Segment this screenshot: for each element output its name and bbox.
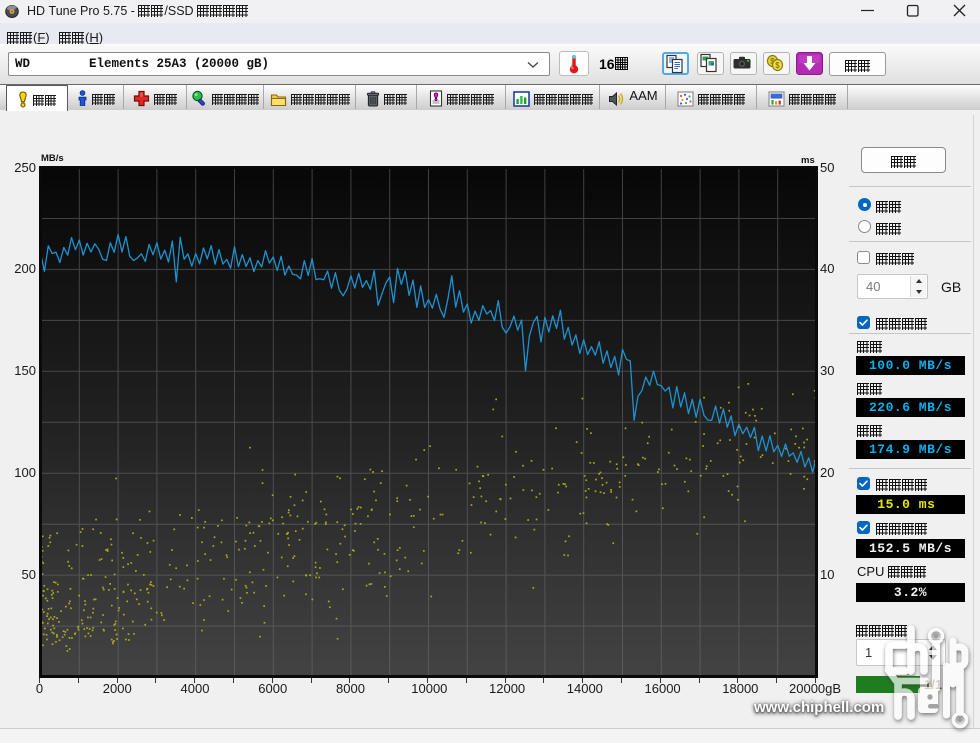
svg-text:$: $ xyxy=(775,61,780,70)
